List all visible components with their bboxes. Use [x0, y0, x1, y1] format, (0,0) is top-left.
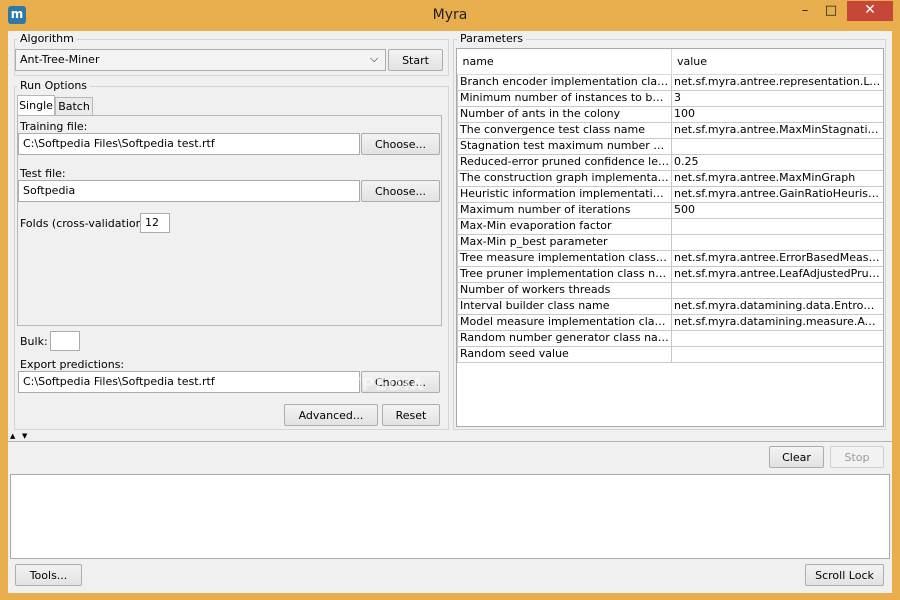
- client-area: Algorithm Ant-Tree-Miner ⌵ Start Run Opt…: [8, 31, 892, 593]
- tab-single[interactable]: Single: [17, 95, 55, 115]
- expand-up-arrow-icon[interactable]: ▲: [10, 433, 15, 440]
- table-row[interactable]: Tree measure implementation class name ne…: [457, 249, 883, 267]
- algorithm-select-value: Ant-Tree-Miner: [20, 53, 100, 66]
- clear-button[interactable]: Clear: [769, 446, 824, 468]
- param-value-cell[interactable]: 3: [671, 89, 883, 107]
- parameters-table: name value Branch encoder implementation…: [457, 49, 883, 363]
- column-header-name[interactable]: name: [457, 49, 672, 75]
- param-name-cell[interactable]: Tree pruner implementation class name: [457, 265, 672, 283]
- tab-batch-label: Batch: [58, 100, 90, 113]
- param-value-cell[interactable]: net.sf.myra.antree.LeafAdjustedPruner: [671, 265, 883, 283]
- scroll-lock-button[interactable]: Scroll Lock: [805, 564, 884, 586]
- param-name-cell[interactable]: Stagnation test maximum number of itera.…: [457, 137, 672, 155]
- table-row[interactable]: Maximum number of iterations 500: [457, 201, 883, 219]
- tab-batch[interactable]: Batch: [55, 97, 93, 115]
- param-name-cell[interactable]: Random number generator class name: [457, 329, 672, 347]
- bulk-label: Bulk:: [20, 335, 48, 348]
- param-name-cell[interactable]: Number of ants in the colony: [457, 105, 672, 123]
- table-row[interactable]: Minimum number of instances to be cover.…: [457, 89, 883, 107]
- training-choose-button[interactable]: Choose...: [361, 133, 440, 155]
- start-button[interactable]: Start: [388, 49, 443, 71]
- param-name-cell[interactable]: Max-Min evaporation factor: [457, 217, 672, 235]
- param-value-cell[interactable]: [671, 281, 883, 299]
- param-value-cell[interactable]: [671, 233, 883, 251]
- param-name-cell[interactable]: The construction graph implementation cl…: [457, 169, 672, 187]
- stop-button[interactable]: Stop: [830, 446, 884, 468]
- param-value-cell[interactable]: [671, 137, 883, 155]
- param-value-cell[interactable]: net.sf.myra.antree.MaxMinGraph: [671, 169, 883, 187]
- console-divider: [8, 441, 892, 442]
- algorithm-legend: Algorithm: [17, 33, 77, 45]
- training-file-label: Training file:: [20, 120, 88, 133]
- param-name-cell[interactable]: Number of workers threads: [457, 281, 672, 299]
- param-value-cell[interactable]: net.sf.myra.antree.ErrorBasedMeasure: [671, 249, 883, 267]
- collapse-down-arrow-icon[interactable]: ▼: [22, 433, 27, 440]
- table-header-row: name value: [457, 49, 883, 75]
- maximize-button[interactable]: □: [818, 1, 844, 21]
- param-name-cell[interactable]: Interval builder class name: [457, 297, 672, 315]
- softpedia-watermark: SOFTPEDIA: [308, 375, 425, 395]
- param-name-cell[interactable]: Reduced-error pruned confidence level: [457, 153, 672, 171]
- table-row[interactable]: The convergence test class name net.sf.my…: [457, 121, 883, 139]
- table-row[interactable]: Number of ants in the colony 100: [457, 105, 883, 123]
- column-header-value[interactable]: value: [671, 49, 883, 75]
- export-predictions-label: Export predictions:: [20, 358, 125, 371]
- param-name-cell[interactable]: Max-Min p_best parameter: [457, 233, 672, 251]
- param-name-cell[interactable]: Random seed value: [457, 345, 672, 363]
- run-options-legend: Run Options: [17, 80, 91, 92]
- table-row[interactable]: The construction graph implementation cl…: [457, 169, 883, 187]
- folds-input[interactable]: 12: [140, 213, 170, 233]
- param-name-cell[interactable]: Minimum number of instances to be cover.…: [457, 89, 672, 107]
- training-file-input[interactable]: C:\Softpedia Files\Softpedia test.rtf: [18, 133, 360, 155]
- param-value-cell[interactable]: net.sf.myra.datamining.measure.Accura...: [671, 313, 883, 331]
- param-value-cell[interactable]: [671, 329, 883, 347]
- param-value-cell[interactable]: [671, 217, 883, 235]
- table-row[interactable]: Max-Min evaporation factor: [457, 217, 883, 235]
- bulk-input[interactable]: [50, 331, 80, 351]
- console-output[interactable]: [10, 474, 890, 559]
- table-row[interactable]: Random seed value: [457, 345, 883, 363]
- param-value-cell[interactable]: net.sf.myra.antree.representation.Level.…: [671, 73, 883, 91]
- close-button[interactable]: ✕: [847, 1, 893, 21]
- window-title: Myra: [432, 7, 468, 23]
- table-row[interactable]: Model measure implementation class namen…: [457, 313, 883, 331]
- table-row[interactable]: Reduced-error pruned confidence level 0.2…: [457, 153, 883, 171]
- chevron-down-icon: ⌵: [370, 52, 379, 65]
- param-value-cell[interactable]: net.sf.myra.antree.MaxMinStagnationTest: [671, 121, 883, 139]
- param-value-cell[interactable]: 500: [671, 201, 883, 219]
- table-row[interactable]: Stagnation test maximum number of itera.…: [457, 137, 883, 155]
- reset-button[interactable]: Reset: [382, 404, 440, 426]
- test-file-input[interactable]: Softpedia: [18, 180, 360, 202]
- param-value-cell[interactable]: net.sf.myra.antree.GainRatioHeuristic: [671, 185, 883, 203]
- param-value-cell[interactable]: 100: [671, 105, 883, 123]
- parameters-legend: Parameters: [457, 33, 526, 45]
- param-value-cell[interactable]: net.sf.myra.datamining.data.EntropyInt..…: [671, 297, 883, 315]
- table-row[interactable]: Heuristic information implementation cla…: [457, 185, 883, 203]
- param-name-cell[interactable]: Model measure implementation class name: [457, 313, 672, 331]
- tab-single-label: Single: [19, 99, 53, 112]
- parameters-table-body: Branch encoder implementation class name…: [457, 73, 883, 363]
- table-row[interactable]: Max-Min p_best parameter: [457, 233, 883, 251]
- tools-button[interactable]: Tools...: [15, 564, 82, 586]
- param-name-cell[interactable]: Branch encoder implementation class name: [457, 73, 672, 91]
- test-file-label: Test file:: [20, 167, 66, 180]
- param-name-cell[interactable]: Maximum number of iterations: [457, 201, 672, 219]
- table-row[interactable]: Random number generator class name: [457, 329, 883, 347]
- test-choose-button[interactable]: Choose...: [361, 180, 440, 202]
- folds-label: Folds (cross-validation):: [20, 217, 151, 230]
- parameters-table-container: name value Branch encoder implementation…: [456, 48, 884, 427]
- algorithm-select[interactable]: Ant-Tree-Miner: [15, 49, 386, 71]
- advanced-button[interactable]: Advanced...: [284, 404, 378, 426]
- minimize-button[interactable]: –: [792, 1, 818, 21]
- param-name-cell[interactable]: Heuristic information implementation cla…: [457, 185, 672, 203]
- table-row[interactable]: Branch encoder implementation class name…: [457, 73, 883, 91]
- table-row[interactable]: Number of workers threads: [457, 281, 883, 299]
- param-value-cell[interactable]: 0.25: [671, 153, 883, 171]
- param-value-cell[interactable]: [671, 345, 883, 363]
- table-row[interactable]: Tree pruner implementation class name net…: [457, 265, 883, 283]
- table-row[interactable]: Interval builder class name net.sf.myra.d…: [457, 297, 883, 315]
- param-name-cell[interactable]: Tree measure implementation class name: [457, 249, 672, 267]
- param-name-cell[interactable]: The convergence test class name: [457, 121, 672, 139]
